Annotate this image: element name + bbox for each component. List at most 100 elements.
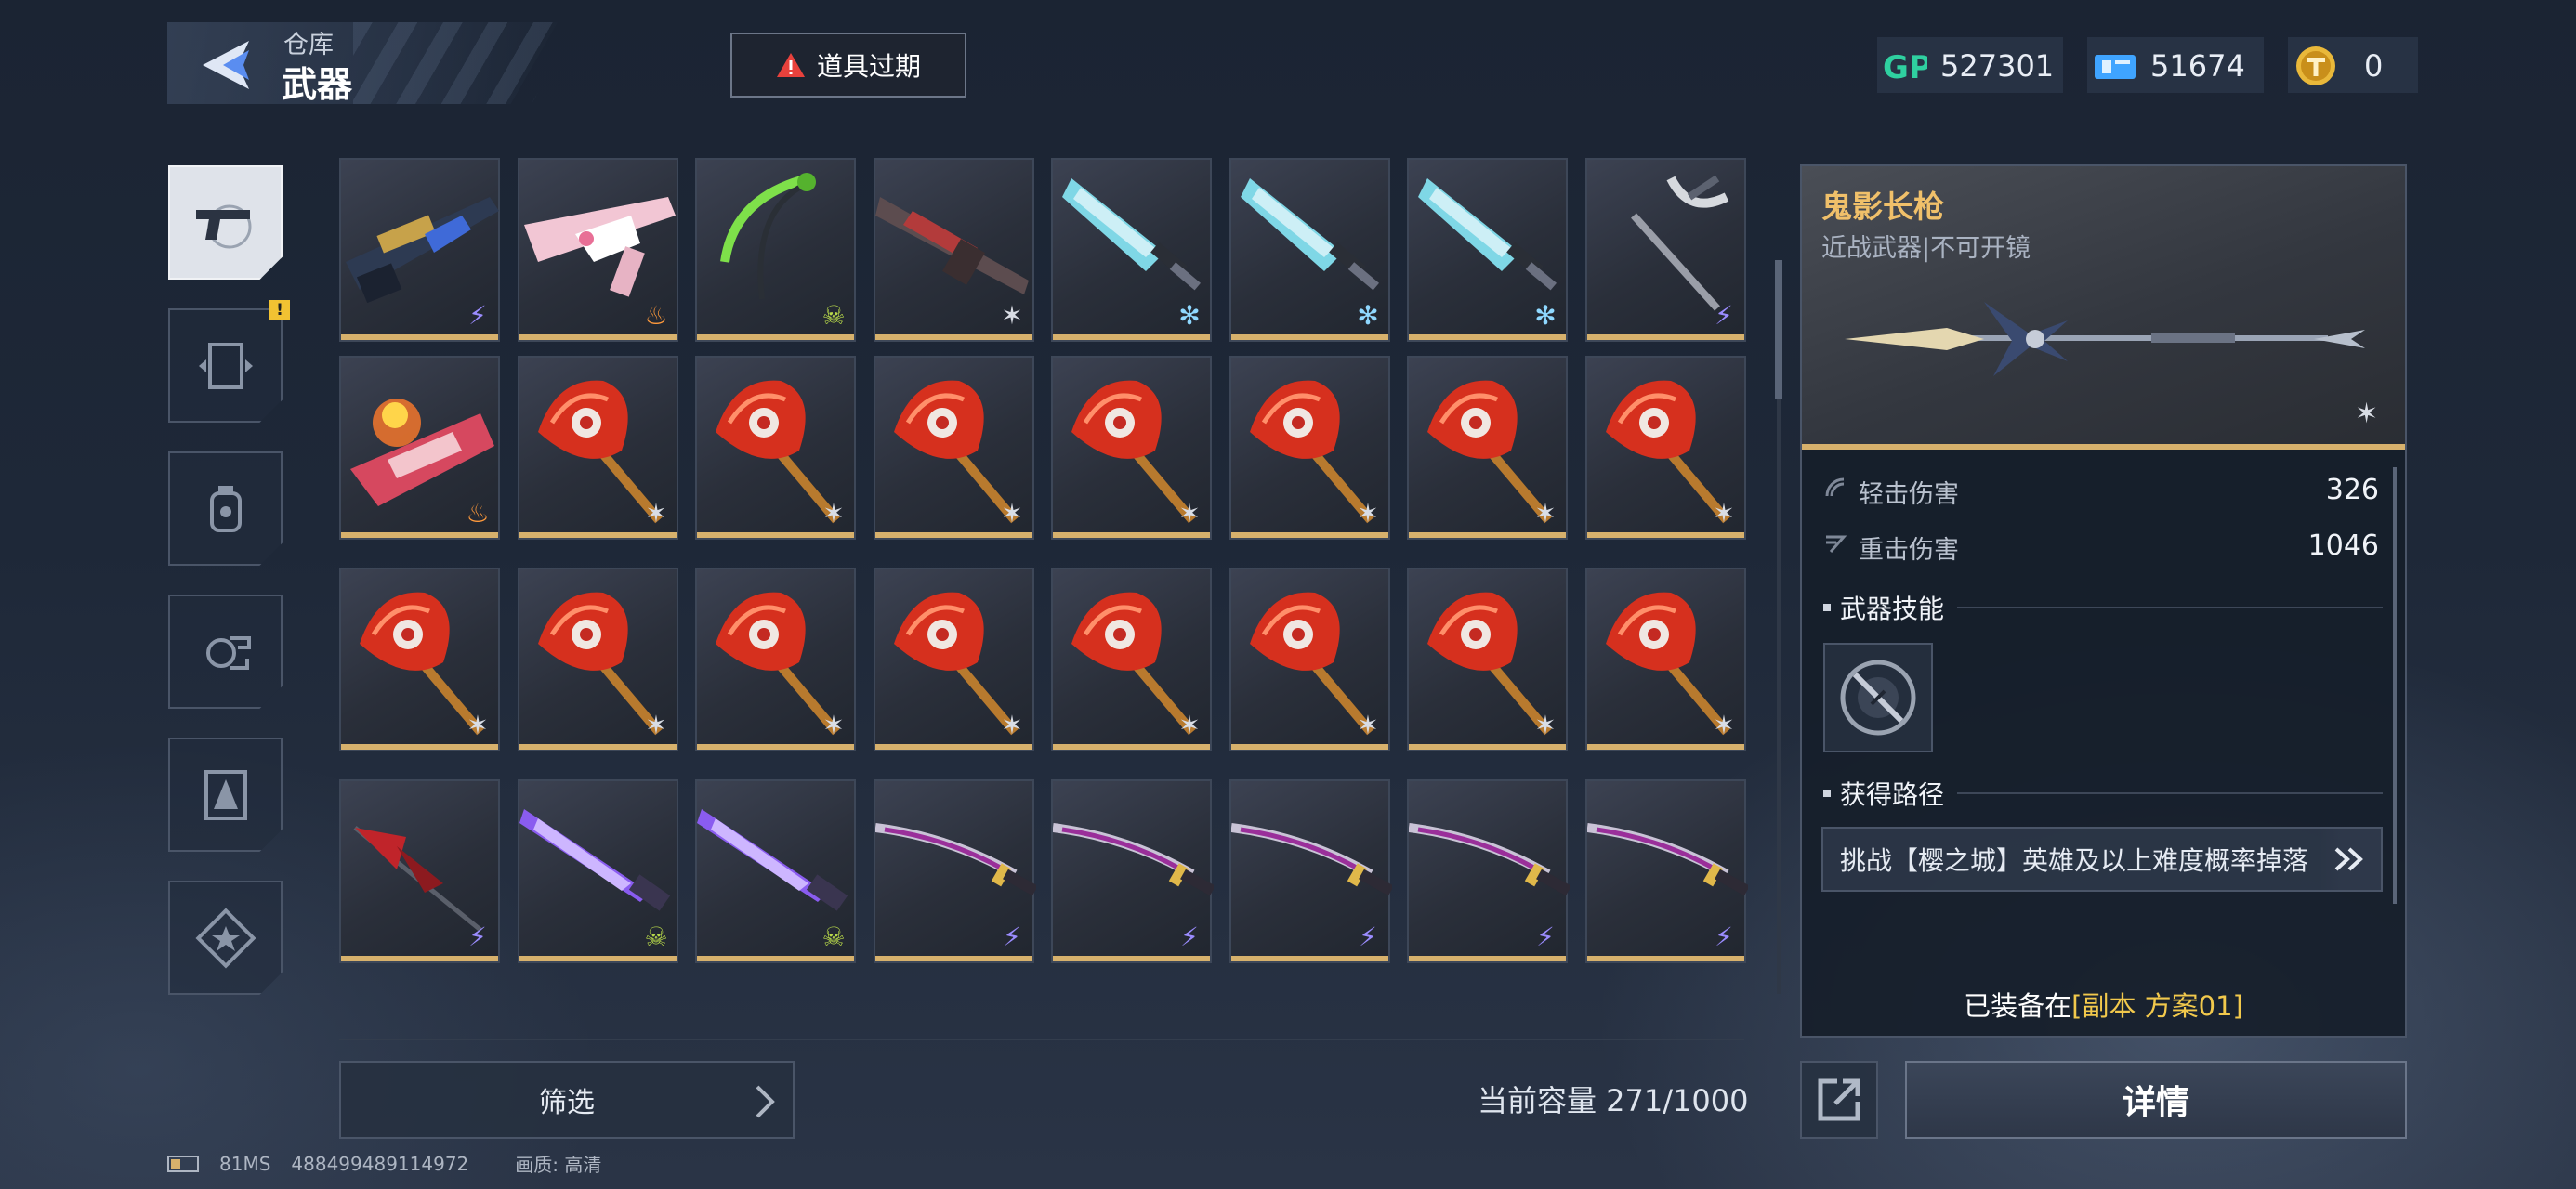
weapon-slot[interactable]: ☠ xyxy=(695,158,856,342)
rarity-bar xyxy=(1409,334,1566,340)
rarity-star-icon: ✶ xyxy=(467,710,489,740)
tab-favorites[interactable] xyxy=(168,881,283,995)
currency-coin[interactable]: 0 xyxy=(2293,33,2383,98)
skill-icon xyxy=(1840,660,1916,736)
weapon-slot[interactable]: ⚡ xyxy=(339,158,500,342)
gp-value: 527301 xyxy=(1940,48,2055,84)
tab-grenades[interactable] xyxy=(168,451,283,566)
weapon-slot[interactable]: ✶ xyxy=(874,356,1034,540)
filter-button[interactable]: 筛选 xyxy=(339,1061,795,1139)
frame-icon xyxy=(198,342,253,389)
tab-parts[interactable] xyxy=(168,594,283,709)
weapon-slot[interactable]: ✻ xyxy=(1051,158,1212,342)
rarity-bar xyxy=(697,334,854,340)
parts-icon xyxy=(205,635,251,670)
expired-items-label: 道具过期 xyxy=(816,51,921,82)
currency-ticket[interactable]: 51674 xyxy=(2093,33,2245,98)
light-attack-value: 326 xyxy=(2325,474,2379,506)
currency-gp[interactable]: GP 527301 xyxy=(1883,33,2054,98)
rarity-bar xyxy=(697,532,854,538)
rarity-skull-icon: ☠ xyxy=(821,300,846,331)
rarity-bar xyxy=(341,532,498,538)
weapon-slot[interactable]: ☠ xyxy=(695,779,856,963)
rarity-bar xyxy=(519,334,677,340)
weapon-slot[interactable]: ✶ xyxy=(695,356,856,540)
rarity-skull-icon: ☠ xyxy=(821,921,846,952)
skill-section-title: 武器技能 xyxy=(1840,594,1945,624)
weapon-spear-image xyxy=(1845,283,2365,399)
weapon-slot[interactable]: ⚡ xyxy=(1585,158,1746,342)
tab-frames[interactable] xyxy=(168,308,283,423)
ticket-value: 51674 xyxy=(2150,48,2245,84)
rarity-star-icon: ✶ xyxy=(1001,300,1023,331)
rarity-bar xyxy=(341,956,498,961)
tab-cards[interactable] xyxy=(168,738,283,852)
rarity-bar xyxy=(1053,956,1210,961)
detail-scrollbar[interactable] xyxy=(2393,467,2397,904)
skill-section-divider xyxy=(1957,607,2383,608)
weapon-slot[interactable]: ✻ xyxy=(1407,158,1568,342)
rarity-bar xyxy=(341,744,498,750)
weapon-slot[interactable]: ✶ xyxy=(518,568,678,751)
rarity-star-icon: ✶ xyxy=(1713,498,1735,529)
rarity-star-icon: ✶ xyxy=(1713,710,1735,740)
page-title: 武器 xyxy=(282,64,353,105)
weapon-slot[interactable]: ♨ xyxy=(339,356,500,540)
rarity-bar xyxy=(875,334,1032,340)
rarity-lightning-icon: ⚡ xyxy=(1359,921,1377,952)
expired-items-button[interactable]: 道具过期 xyxy=(730,33,966,98)
light-attack-icon xyxy=(1823,476,1847,503)
battery-icon xyxy=(167,1155,199,1172)
weapon-slot[interactable]: ✶ xyxy=(695,568,856,751)
rarity-lightning-icon: ⚡ xyxy=(1180,921,1199,952)
weapon-skill-slot[interactable] xyxy=(1823,643,1933,752)
rarity-star-icon: ✶ xyxy=(2355,398,2379,430)
rarity-bar xyxy=(1053,334,1210,340)
quality-text: 画质: 高清 xyxy=(515,1154,602,1176)
rarity-bar xyxy=(1587,956,1744,961)
weapon-slot[interactable]: ⚡ xyxy=(1585,779,1748,963)
double-chevron-right-icon[interactable] xyxy=(2318,829,2381,890)
weapon-slot[interactable]: ⚡ xyxy=(1051,779,1214,963)
weapon-slot[interactable]: ✶ xyxy=(518,356,678,540)
back-arrow-icon[interactable] xyxy=(195,35,260,95)
weapon-slot[interactable]: ✶ xyxy=(1585,568,1746,751)
weapon-slot[interactable]: ✶ xyxy=(1051,356,1212,540)
share-button[interactable] xyxy=(1800,1061,1878,1139)
rarity-skull-icon: ☠ xyxy=(644,921,668,952)
grid-scrollbar-thumb[interactable] xyxy=(1775,260,1782,399)
weapon-slot[interactable]: ☠ xyxy=(518,779,678,963)
weapon-slot[interactable]: ⚡ xyxy=(339,779,500,963)
header-stripes xyxy=(353,22,576,104)
weapon-slot[interactable]: ⚡ xyxy=(1229,779,1392,963)
details-label: 详情 xyxy=(2122,1084,2189,1122)
route-section-title: 获得路径 xyxy=(1840,779,1945,810)
weapon-slot[interactable]: ✶ xyxy=(1229,356,1390,540)
weapon-slot[interactable]: ♨ xyxy=(518,158,678,342)
tab-weapons[interactable] xyxy=(168,165,283,280)
rarity-snow-icon: ✻ xyxy=(1357,300,1379,331)
route-section-divider xyxy=(1957,792,2383,794)
acquisition-route-link[interactable]: 挑战【樱之城】英雄及以上难度概率掉落 xyxy=(1821,827,2383,892)
grid-divider xyxy=(339,1039,1744,1040)
rarity-star-icon: ✶ xyxy=(1534,498,1557,529)
weapon-slot[interactable]: ✶ xyxy=(874,158,1034,342)
weapon-slot[interactable]: ✶ xyxy=(1407,568,1568,751)
weapon-slot[interactable]: ⚡ xyxy=(874,779,1036,963)
rarity-bar xyxy=(1409,956,1566,961)
rarity-lightning-icon: ⚡ xyxy=(1715,921,1733,952)
weapon-slot[interactable]: ✶ xyxy=(1051,568,1212,751)
star-icon xyxy=(194,907,256,969)
weapon-slot[interactable]: ✶ xyxy=(874,568,1034,751)
weapon-slot[interactable]: ✻ xyxy=(1229,158,1390,342)
weapon-slot[interactable]: ⚡ xyxy=(1407,779,1570,963)
skill-section-marker xyxy=(1823,604,1831,611)
rarity-bar xyxy=(519,744,677,750)
details-button[interactable]: 详情 xyxy=(1905,1061,2407,1139)
weapon-slot[interactable]: ✶ xyxy=(1229,568,1390,751)
weapon-slot[interactable]: ✶ xyxy=(1585,356,1746,540)
weapon-slot[interactable]: ✶ xyxy=(1407,356,1568,540)
grenade-icon xyxy=(209,485,242,532)
weapon-slot[interactable]: ✶ xyxy=(339,568,500,751)
rarity-star-icon: ✶ xyxy=(1001,498,1023,529)
